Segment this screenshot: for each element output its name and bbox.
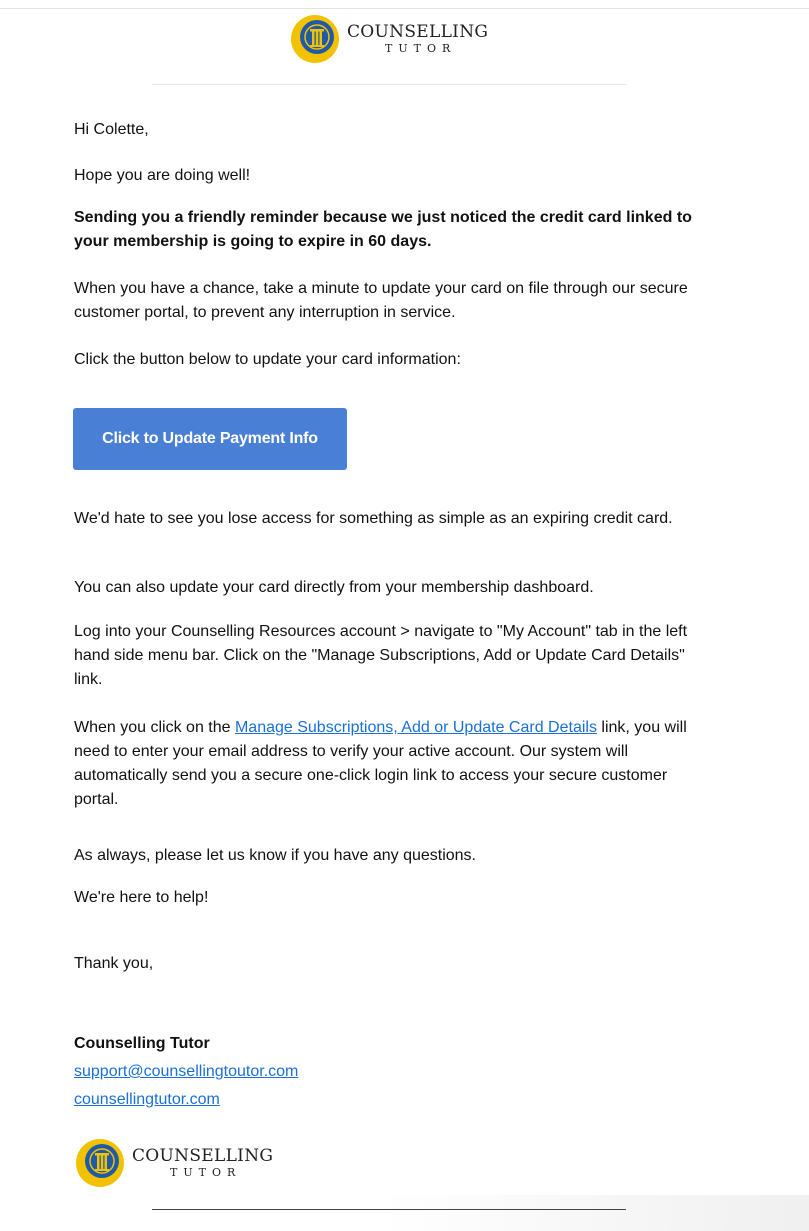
logo-sub: TUTOR bbox=[170, 1166, 242, 1179]
when-click-prefix: When you click on the bbox=[74, 719, 235, 736]
signature-email-line: support@counsellingtoutor.com bbox=[74, 1060, 298, 1084]
top-border bbox=[0, 8, 809, 9]
signature-website-line: counsellingtutor.com bbox=[74, 1088, 220, 1112]
header-logo: COUNSELLING TUTOR bbox=[290, 14, 488, 64]
logo-wordmark: COUNSELLING TUTOR bbox=[347, 22, 489, 56]
website-link[interactable]: counsellingtutor.com bbox=[74, 1091, 220, 1108]
header-divider bbox=[152, 84, 626, 85]
here-to-help-text: We're here to help! bbox=[74, 889, 209, 906]
login-instructions: Log into your Counselling Resources acco… bbox=[74, 623, 688, 688]
thank-you-text: Thank you, bbox=[74, 955, 154, 972]
hope-text: Hope you are doing well! bbox=[74, 167, 251, 184]
hate-text: We'd hate to see you lose access for som… bbox=[74, 510, 673, 527]
footer-divider bbox=[152, 1209, 626, 1210]
signature-name: Counselling Tutor bbox=[74, 1035, 210, 1052]
logo-name: COUNSELLING bbox=[132, 1146, 274, 1166]
logo-wordmark: COUNSELLING TUTOR bbox=[132, 1146, 274, 1180]
click-below-text: Click the button below to update your ca… bbox=[74, 351, 461, 368]
footer-shade bbox=[380, 1195, 809, 1231]
support-email-link[interactable]: support@counsellingtoutor.com bbox=[74, 1063, 298, 1080]
counselling-tutor-logo-icon bbox=[76, 1139, 124, 1187]
chance-text: When you have a chance, take a minute to… bbox=[74, 280, 688, 321]
footer-logo: COUNSELLING TUTOR bbox=[75, 1138, 273, 1188]
greeting: Hi Colette, bbox=[74, 121, 149, 138]
reminder-text: Sending you a friendly reminder because … bbox=[74, 209, 692, 250]
when-click-paragraph: When you click on the Manage Subscriptio… bbox=[74, 716, 714, 812]
dashboard-text: You can also update your card directly f… bbox=[74, 579, 594, 596]
logo-name: COUNSELLING bbox=[347, 22, 489, 42]
counselling-tutor-logo-icon bbox=[291, 15, 339, 63]
manage-subscriptions-link[interactable]: Manage Subscriptions, Add or Update Card… bbox=[235, 719, 597, 736]
update-payment-button[interactable]: Click to Update Payment Info bbox=[73, 408, 347, 470]
as-always-text: As always, please let us know if you hav… bbox=[74, 847, 476, 864]
logo-sub: TUTOR bbox=[385, 42, 457, 55]
